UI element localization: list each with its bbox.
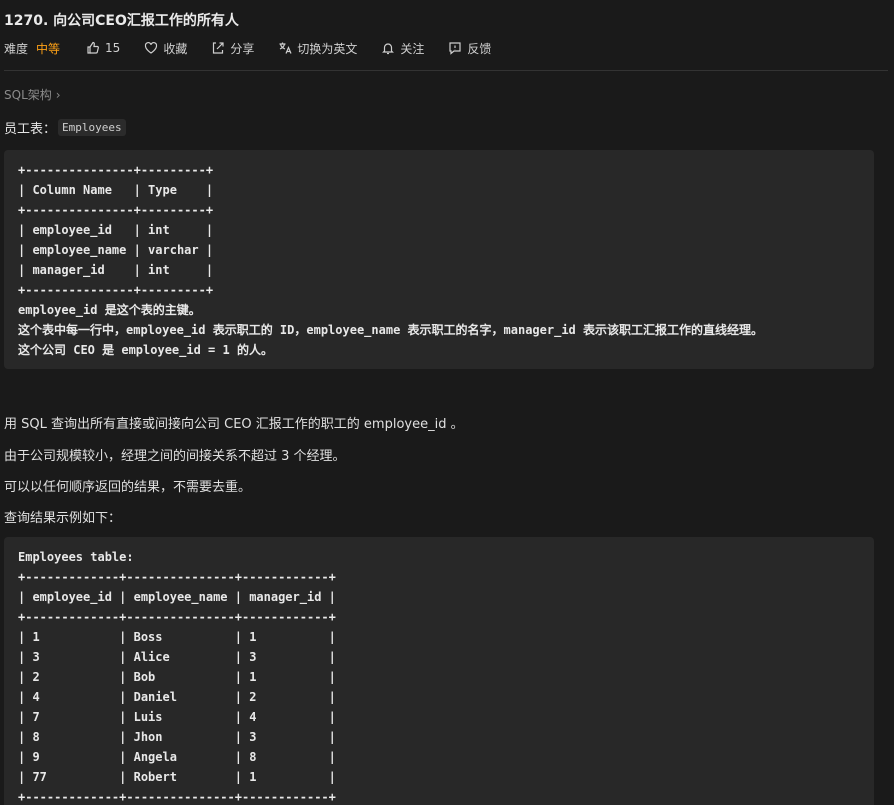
breadcrumb-label: SQL架构 xyxy=(4,88,52,102)
description-paragraph: 查询结果示例如下： xyxy=(4,511,122,526)
heart-icon xyxy=(145,41,158,54)
switch-language-label: 切换为英文 xyxy=(297,41,358,56)
share-label: 分享 xyxy=(230,41,255,56)
thumbs-up-icon xyxy=(87,41,99,54)
description-paragraph: 用 SQL 查询出所有直接或间接向公司 CEO 汇报工作的职工的 employe… xyxy=(4,417,464,432)
like-button[interactable]: 15 xyxy=(86,41,120,55)
follow-label: 关注 xyxy=(400,41,425,56)
feedback-label: 反馈 xyxy=(467,41,492,56)
share-button[interactable]: 分享 xyxy=(211,40,254,57)
problem-meta-bar: 难度 中等 15 收藏 分享 切换为英文 关注 反馈 xyxy=(4,39,515,57)
translate-icon xyxy=(279,42,292,54)
table-name-code: Employees xyxy=(58,119,126,136)
difficulty-label: 难度 xyxy=(4,41,29,56)
share-icon xyxy=(213,42,224,54)
like-count: 15 xyxy=(105,41,121,55)
favorite-label: 收藏 xyxy=(163,41,188,56)
feedback-button[interactable]: 反馈 xyxy=(448,40,491,57)
schema-code-block: +---------------+---------+ | Column Nam… xyxy=(4,150,874,369)
breadcrumb[interactable]: SQL架构 › xyxy=(4,86,61,103)
example-code-block: Employees table: +-------------+--------… xyxy=(4,537,874,805)
feedback-icon xyxy=(449,42,461,55)
header-divider xyxy=(4,70,888,71)
follow-button[interactable]: 关注 xyxy=(381,40,424,57)
favorite-button[interactable]: 收藏 xyxy=(144,40,187,57)
switch-language-button[interactable]: 切换为英文 xyxy=(278,40,357,57)
description-paragraph: 可以以任何顺序返回的结果，不需要去重。 xyxy=(4,480,252,495)
difficulty-badge: 中等 xyxy=(36,41,61,56)
bell-icon xyxy=(382,43,395,55)
table-intro: 员工表： Employees xyxy=(4,118,126,137)
chevron-right-icon: › xyxy=(55,87,61,102)
problem-title: 1270. 向公司CEO汇报工作的所有人 xyxy=(4,13,239,29)
description-paragraph: 由于公司规模较小，经理之间的间接关系不超过 3 个经理。 xyxy=(4,449,346,464)
table-intro-label: 员工表： xyxy=(4,122,57,137)
